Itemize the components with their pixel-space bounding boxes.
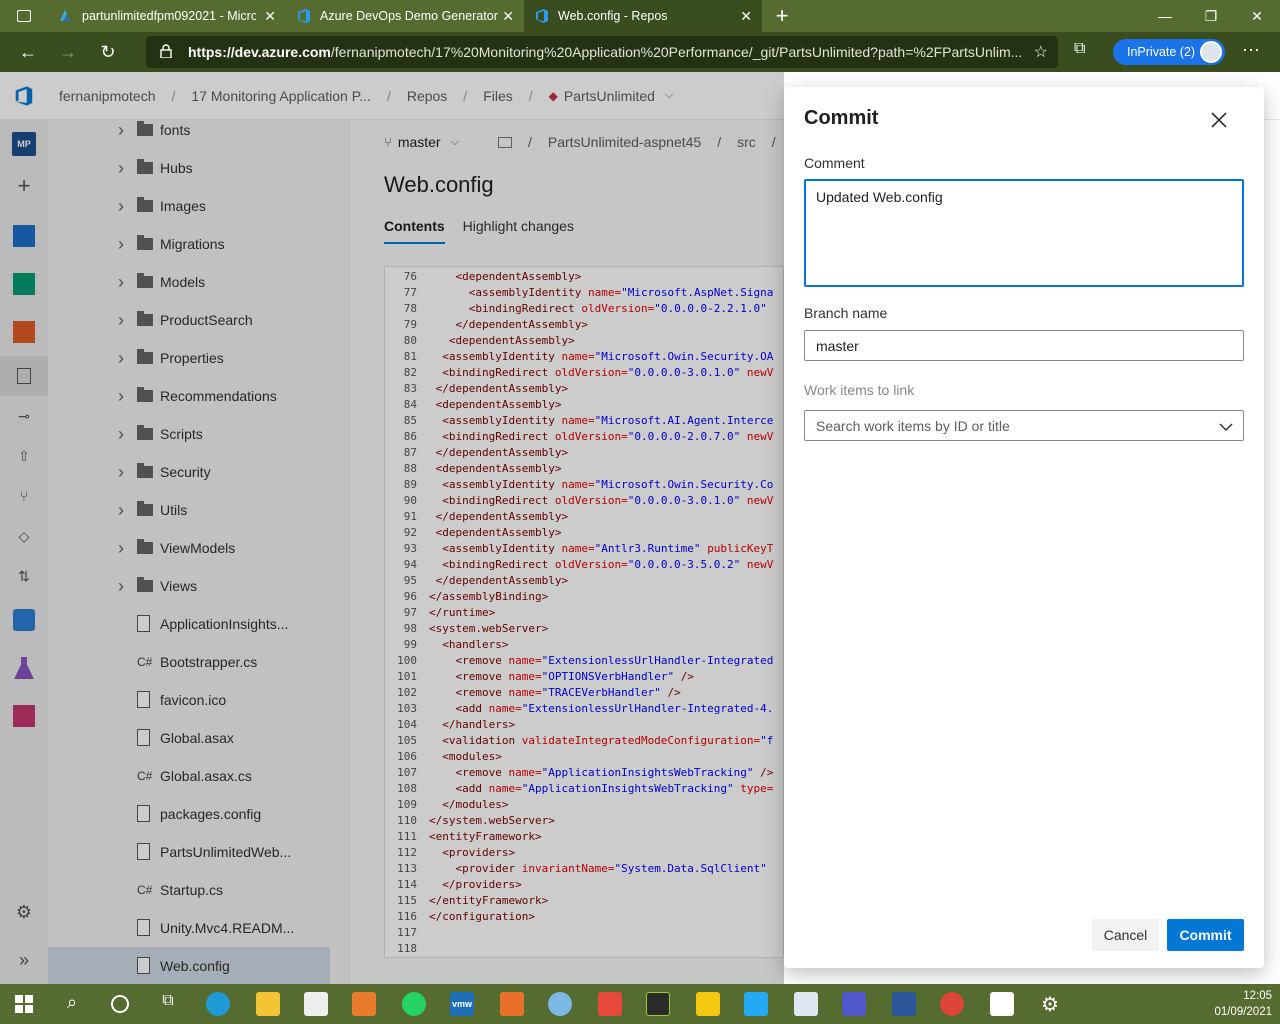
inprivate-label: InPrivate (2) [1127, 45, 1196, 59]
typora-icon[interactable] [990, 992, 1014, 1016]
browser-tab-3-title: Web.config - Repos [558, 9, 668, 23]
settings-icon[interactable]: ⚙ [1038, 992, 1062, 1016]
browser-tab-2-title: Azure DevOps Demo Generator [320, 9, 498, 23]
back-icon[interactable]: ← [8, 32, 48, 72]
browser-tab-1-title: partunlimitedfpm092021 - Micro [82, 9, 256, 23]
address-bar: ← → ↻ https://dev.azure.com/fernanipmote… [0, 32, 1280, 72]
work-items-label: Work items to link [804, 382, 915, 398]
store-icon[interactable] [304, 992, 328, 1016]
browser-tab-3[interactable]: Web.config - Repos ✕ [524, 0, 762, 32]
close-icon[interactable] [1208, 109, 1230, 131]
chevron-down-icon[interactable] [1219, 419, 1233, 435]
azure-devops-icon [534, 8, 550, 24]
window-close-icon[interactable]: ✕ [1234, 0, 1280, 32]
cortana-icon[interactable] [108, 992, 132, 1016]
media-player-icon[interactable] [352, 992, 376, 1016]
new-tab-icon[interactable]: + [762, 0, 802, 32]
vmware-icon[interactable]: vmw [450, 992, 474, 1016]
lock-icon [160, 44, 172, 59]
url-host: https://dev.azure.com [188, 44, 331, 60]
inprivate-button[interactable]: InPrivate (2) [1113, 39, 1225, 65]
comment-textarea[interactable]: Updated Web.config [804, 179, 1244, 287]
close-tab-icon[interactable]: ✕ [502, 8, 514, 25]
paint-icon[interactable] [548, 992, 572, 1016]
azure-devops-icon [296, 8, 312, 24]
clock-date: 01/09/2021 [1214, 1006, 1272, 1018]
power-bi-icon[interactable] [696, 992, 720, 1016]
url-field[interactable]: https://dev.azure.com/fernanipmotech/17%… [146, 36, 1058, 68]
branch-name-label: Branch name [804, 305, 888, 321]
cancel-button[interactable]: Cancel [1092, 919, 1159, 951]
vscode-icon[interactable] [744, 992, 768, 1016]
work-items-placeholder: Search work items by ID or title [816, 418, 1010, 434]
comment-label: Comment [804, 155, 865, 171]
browser-tab-2[interactable]: Azure DevOps Demo Generator ✕ [286, 0, 524, 32]
branch-name-value: master [816, 338, 859, 354]
chrome-icon[interactable] [940, 992, 964, 1016]
favorites-icon[interactable]: ☆ [1034, 42, 1048, 62]
close-tab-icon[interactable]: ✕ [264, 8, 276, 25]
browser-tab-bar: partunlimitedfpm092021 - Micro ✕ Azure D… [0, 0, 1280, 32]
commit-button[interactable]: Commit [1167, 919, 1244, 951]
office-icon[interactable] [500, 992, 524, 1016]
url-path: /fernanipmotech/17%20Monitoring%20Applic… [330, 44, 1023, 60]
work-items-search-input[interactable]: Search work items by ID or title [804, 410, 1244, 441]
snip-icon[interactable] [794, 992, 818, 1016]
task-view-icon[interactable]: ⧉ [156, 992, 180, 1016]
avatar [1200, 41, 1222, 63]
word-icon[interactable] [892, 992, 916, 1016]
more-menu-icon[interactable]: ⋯ [1242, 40, 1260, 61]
windows-taskbar: ⌕ ⧉ vmw ⚙ 12:05 01/09/2021 [0, 984, 1280, 1024]
restore-icon[interactable]: ❐ [1188, 0, 1234, 32]
windows-start-icon[interactable] [12, 992, 36, 1016]
git-icon[interactable] [598, 992, 622, 1016]
file-explorer-icon[interactable] [256, 992, 280, 1016]
forward-icon[interactable]: → [48, 32, 88, 72]
panel-title: Commit [804, 107, 879, 129]
whatsapp-icon[interactable] [402, 992, 426, 1016]
refresh-icon[interactable]: ↻ [88, 32, 128, 72]
comment-value: Updated Web.config [816, 189, 943, 205]
header-overlay [0, 72, 784, 120]
browser-tab-1[interactable]: partunlimitedfpm092021 - Micro ✕ [48, 0, 286, 32]
teams-icon[interactable] [842, 992, 866, 1016]
collections-icon[interactable]: ⧉ [1074, 40, 1085, 58]
branch-name-input[interactable]: master [804, 330, 1244, 361]
edge-icon[interactable] [206, 992, 230, 1016]
clock-time: 12:05 [1243, 990, 1272, 1002]
tab-actions-icon[interactable] [0, 0, 48, 32]
commit-panel: Commit Comment Updated Web.config Branch… [784, 87, 1264, 968]
close-tab-icon[interactable]: ✕ [740, 8, 752, 25]
search-icon[interactable]: ⌕ [60, 992, 84, 1016]
clock[interactable]: 12:05 01/09/2021 [1200, 988, 1272, 1020]
modal-overlay[interactable] [0, 120, 784, 984]
terminal-icon[interactable] [646, 992, 670, 1016]
azure-icon [58, 8, 74, 24]
minimize-icon[interactable]: — [1142, 0, 1188, 32]
